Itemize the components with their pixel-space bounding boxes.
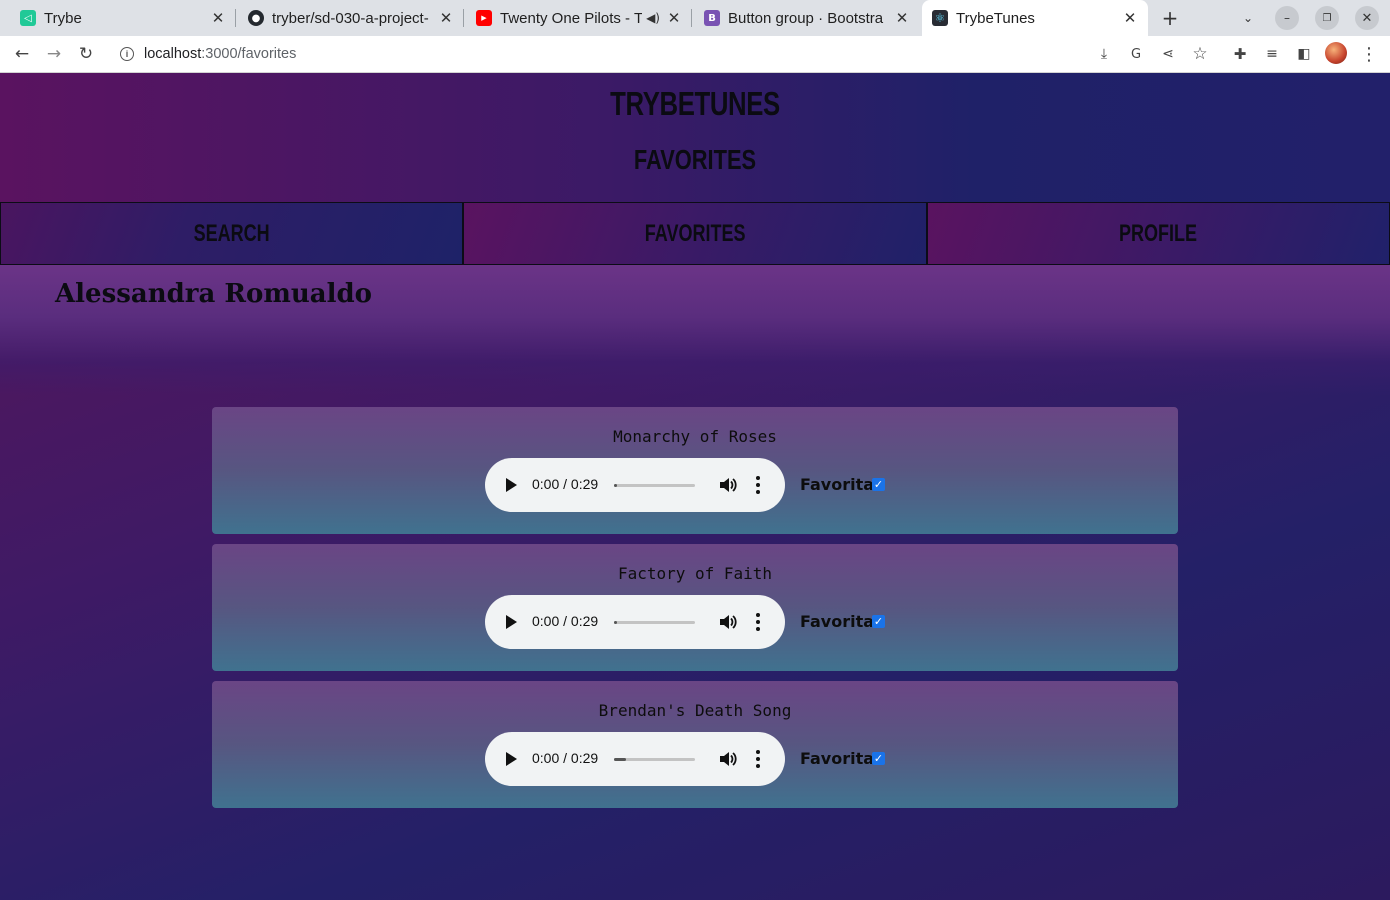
favorite-label: Favorita <box>800 475 875 494</box>
github-icon: ● <box>248 10 264 26</box>
seek-buffered <box>614 758 627 761</box>
nav-link-label: SEARCH <box>193 219 270 247</box>
browser-tab-strip: ◁ Trybe ✕ ● tryber/sd-030-a-project- ✕ ▶… <box>0 0 1390 36</box>
bootstrap-icon: B <box>704 10 720 26</box>
volume-icon[interactable] <box>718 749 738 769</box>
volume-icon[interactable] <box>718 475 738 495</box>
favorite-label: Favorita <box>800 749 875 768</box>
react-icon: ⚛ <box>932 10 948 26</box>
seek-bar[interactable] <box>614 758 695 761</box>
tab-title: Button group · Bootstra <box>728 9 884 27</box>
forward-icon[interactable]: → <box>42 42 66 66</box>
seek-buffered <box>614 484 618 487</box>
close-icon[interactable]: ✕ <box>894 9 910 27</box>
tab-title: Twenty One Pilots - Tw <box>500 9 643 27</box>
browser-tab-trybe[interactable]: ◁ Trybe ✕ <box>0 0 236 36</box>
song-card: Factory of Faith 0:00 / 0:29 Favorita ✓ <box>212 544 1178 671</box>
tab-title: tryber/sd-030-a-project- <box>272 9 429 27</box>
reload-icon[interactable]: ↻ <box>74 42 98 66</box>
audio-time: 0:00 / 0:29 <box>532 613 599 629</box>
play-icon[interactable] <box>506 615 517 629</box>
favorite-checkbox[interactable]: ✓ <box>872 615 885 628</box>
tab-title: Trybe <box>44 9 82 27</box>
url-path: :3000/favorites <box>201 46 297 62</box>
main-nav: SEARCH FAVORITES PROFILE <box>0 202 1390 265</box>
seek-buffered <box>614 621 618 624</box>
extensions-icon[interactable]: ✚ <box>1228 42 1252 66</box>
favorite-label: Favorita <box>800 612 875 631</box>
page-title: FAVORITES <box>633 144 757 175</box>
app-header: TRYBETUNES FAVORITES <box>0 73 1390 202</box>
close-icon[interactable]: ✕ <box>210 9 226 27</box>
site-info-icon[interactable]: i <box>120 47 134 61</box>
user-band: Alessandra Romualdo <box>0 265 1390 395</box>
address-bar[interactable]: i localhost:3000/favorites <box>108 39 1228 69</box>
nav-link-profile[interactable]: PROFILE <box>926 202 1390 265</box>
nav-link-label: FAVORITES <box>644 219 746 247</box>
audio-player[interactable]: 0:00 / 0:29 <box>485 458 785 512</box>
media-control-icon[interactable]: ≡ <box>1260 42 1284 66</box>
play-icon[interactable] <box>506 752 517 766</box>
side-panel-icon[interactable]: ◧ <box>1292 42 1316 66</box>
minimize-icon[interactable]: – <box>1275 6 1299 30</box>
more-options-icon[interactable] <box>755 611 761 633</box>
browser-toolbar: ← → ↻ i localhost:3000/favorites ⤓ G ⋖ ☆… <box>0 36 1390 73</box>
app-brand: TRYBETUNES <box>610 85 780 122</box>
volume-icon[interactable] <box>718 612 738 632</box>
url-host: localhost <box>144 46 202 62</box>
nav-link-search[interactable]: SEARCH <box>0 202 464 265</box>
browser-tab-youtube[interactable]: ▶ Twenty One Pilots - Tw ◀) ✕ <box>464 0 692 36</box>
audio-player[interactable]: 0:00 / 0:29 <box>485 732 785 786</box>
profile-avatar[interactable] <box>1325 42 1347 64</box>
install-icon[interactable]: ⤓ <box>1092 42 1116 66</box>
youtube-icon: ▶ <box>476 10 492 26</box>
tab-title: TrybeTunes <box>956 9 1035 27</box>
restore-icon[interactable]: ❐ <box>1315 6 1339 30</box>
audio-player[interactable]: 0:00 / 0:29 <box>485 595 785 649</box>
window-close-icon[interactable]: ✕ <box>1355 6 1379 30</box>
bookmark-star-icon[interactable]: ☆ <box>1188 42 1212 66</box>
trybe-icon: ◁ <box>20 10 36 26</box>
tab-search-icon[interactable]: ⌄ <box>1236 6 1260 30</box>
browser-tab-github[interactable]: ● tryber/sd-030-a-project- ✕ <box>236 0 464 36</box>
nav-link-favorites[interactable]: FAVORITES <box>463 202 927 265</box>
user-name: Alessandra Romualdo <box>55 279 373 309</box>
seek-bar[interactable] <box>614 621 695 624</box>
browser-tab-bootstrap[interactable]: B Button group · Bootstra ✕ <box>692 0 920 36</box>
favorite-checkbox[interactable]: ✓ <box>872 478 885 491</box>
nav-link-label: PROFILE <box>1119 219 1198 247</box>
close-icon[interactable]: ✕ <box>1122 9 1138 27</box>
song-title: Brendan's Death Song <box>598 701 792 720</box>
song-title: Factory of Faith <box>617 564 773 583</box>
more-options-icon[interactable] <box>755 748 761 770</box>
play-icon[interactable] <box>506 478 517 492</box>
song-title: Monarchy of Roses <box>613 427 777 446</box>
browser-menu-icon[interactable]: ⋮ <box>1357 42 1381 66</box>
seek-bar[interactable] <box>614 484 695 487</box>
close-icon[interactable]: ✕ <box>438 9 454 27</box>
audio-playing-icon[interactable]: ◀) <box>646 11 660 25</box>
share-icon[interactable]: ⋖ <box>1156 42 1180 66</box>
back-icon[interactable]: ← <box>10 42 34 66</box>
audio-time: 0:00 / 0:29 <box>532 750 599 766</box>
browser-tab-trybetunes[interactable]: ⚛ TrybeTunes ✕ <box>922 0 1148 36</box>
more-options-icon[interactable] <box>755 474 761 496</box>
favorite-checkbox[interactable]: ✓ <box>872 752 885 765</box>
close-icon[interactable]: ✕ <box>666 9 682 27</box>
app-page: TRYBETUNES FAVORITES SEARCH FAVORITES PR… <box>0 73 1390 900</box>
audio-time: 0:00 / 0:29 <box>532 476 599 492</box>
song-card: Monarchy of Roses 0:00 / 0:29 Favorita ✓ <box>212 407 1178 534</box>
translate-icon[interactable]: G <box>1124 42 1148 66</box>
song-card: Brendan's Death Song 0:00 / 0:29 Favorit… <box>212 681 1178 808</box>
new-tab-icon[interactable]: + <box>1158 6 1182 30</box>
